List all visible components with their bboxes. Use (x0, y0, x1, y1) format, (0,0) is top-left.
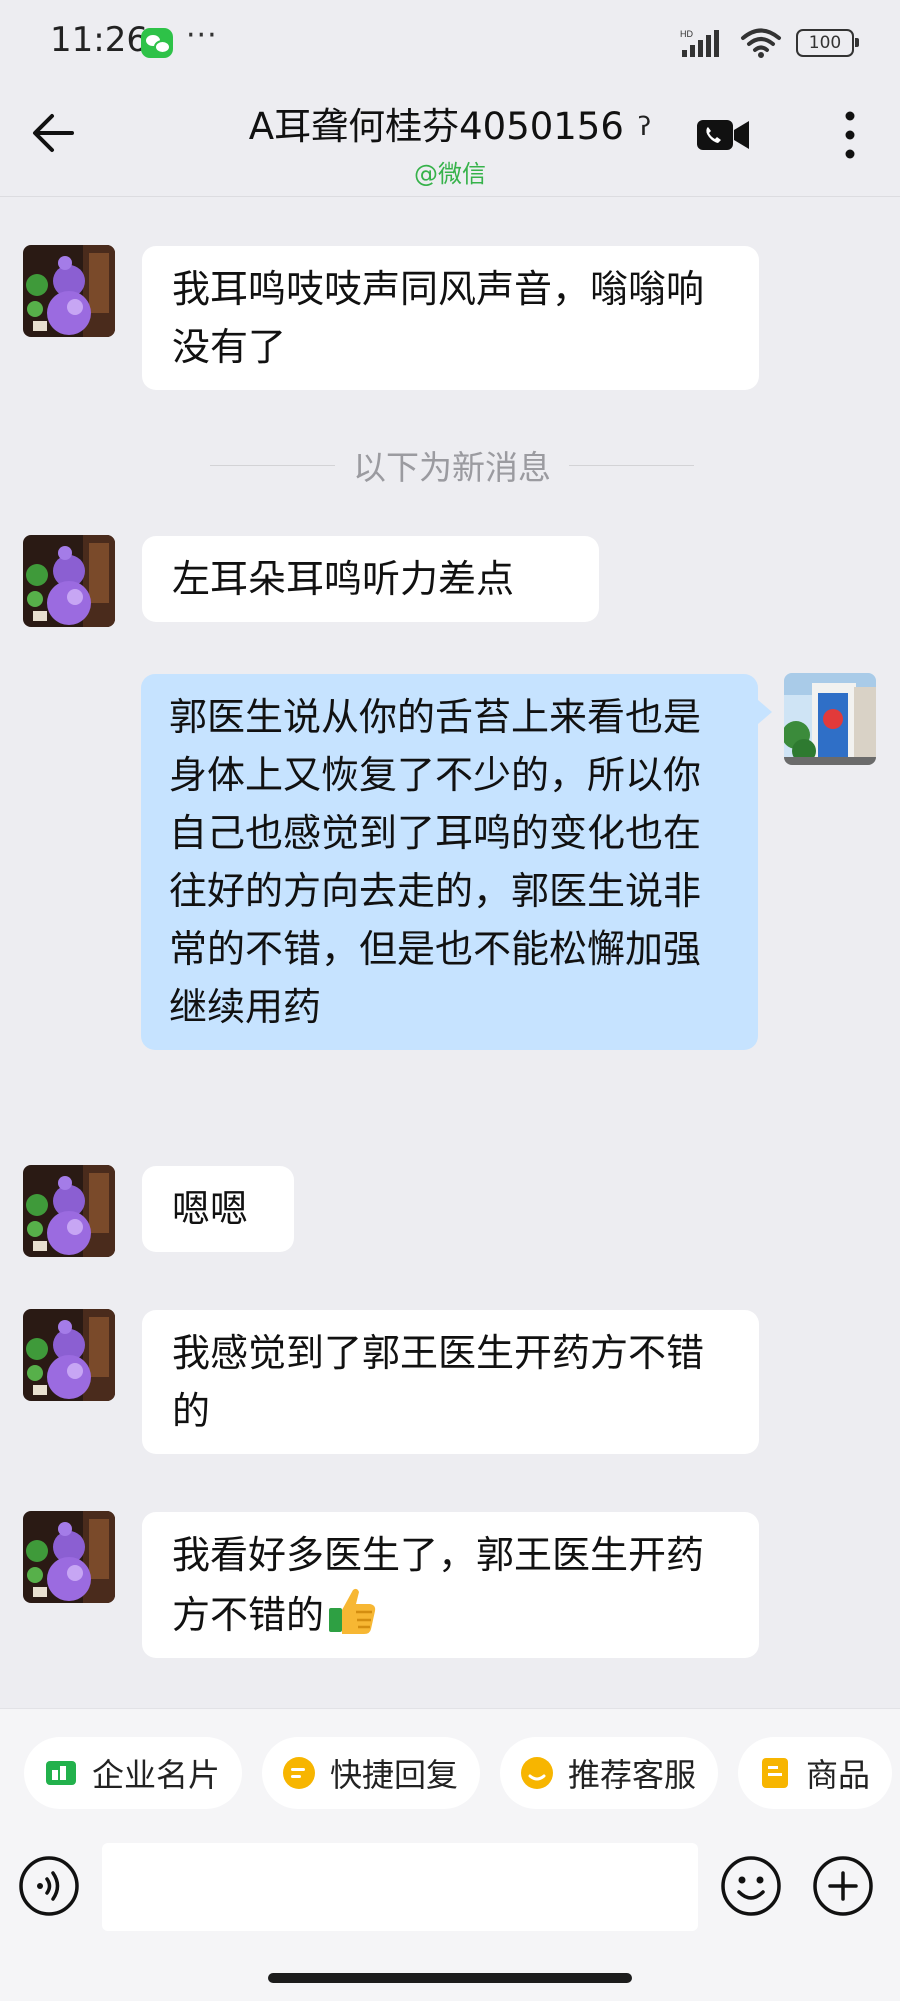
plus-icon[interactable] (812, 1855, 874, 1917)
contact-avatar[interactable] (23, 535, 115, 627)
voice-input-icon[interactable] (18, 1855, 80, 1917)
quick-actions-row: 企业名片 快捷回复 推荐客服 商品 (24, 1737, 900, 1811)
message-bubble[interactable]: 我耳鸣吱吱声同风声音，嗡嗡响没有了 (142, 246, 759, 390)
chat-title-area[interactable]: A耳聋何桂芬4050156 ʔ @微信 (0, 96, 900, 189)
status-time: 11:26 (50, 20, 148, 60)
wechat-notification-icon (141, 28, 173, 58)
input-row (0, 1839, 900, 1931)
more-notifications-icon: ··· (186, 18, 218, 53)
wifi-icon (741, 28, 781, 58)
svg-text:HD: HD (680, 29, 693, 39)
thumbs-up-emoji (329, 1588, 376, 1634)
contact-avatar[interactable] (23, 245, 115, 337)
quick-reply-icon (283, 1757, 316, 1789)
message-input[interactable] (102, 1843, 698, 1931)
quick-action-products[interactable]: 商品 (738, 1737, 893, 1809)
contact-avatar[interactable] (23, 1309, 115, 1401)
quick-action-label: 企业名片 (92, 1756, 221, 1794)
quick-action-label: 推荐客服 (568, 1756, 697, 1794)
contact-avatar[interactable] (23, 1165, 115, 1257)
question-icon[interactable]: ʔ (638, 112, 651, 142)
message-bubble-self[interactable]: 郭医生说从你的舌苔上来看也是身体上又恢复了不少的，所以你自己也感觉到了耳鸣的变化… (141, 674, 772, 1050)
signal-icon: HD (680, 29, 719, 57)
bottom-bar: 企业名片 快捷回复 推荐客服 商品 (0, 1708, 900, 2001)
new-messages-divider: 以下为新消息 (210, 440, 694, 490)
product-icon (762, 1758, 789, 1788)
quick-action-label: 商品 (806, 1756, 871, 1794)
video-call-icon[interactable] (696, 116, 750, 154)
chat-header: A耳聋何桂芬4050156 ʔ @微信 (0, 86, 900, 197)
customer-service-icon (521, 1757, 554, 1789)
quick-action-business-card[interactable]: 企业名片 (24, 1737, 243, 1809)
home-indicator[interactable] (268, 1973, 632, 1983)
emoji-icon[interactable] (720, 1855, 782, 1917)
contact-avatar[interactable] (23, 1511, 115, 1603)
business-card-icon (46, 1761, 76, 1785)
battery-icon: 100 (796, 29, 859, 57)
new-messages-label: 以下为新消息 (353, 448, 551, 487)
message-bubble[interactable]: 我感觉到了郭王医生开药方不错的 (142, 1310, 759, 1454)
chat-title: A耳聋何桂芬4050156 (248, 105, 624, 148)
quick-action-label: 快捷回复 (330, 1756, 459, 1794)
status-bar: 11:26 ··· HD 100 (0, 0, 900, 86)
chat-subtitle: @微信 (414, 160, 486, 188)
message-bubble[interactable]: 嗯嗯 (142, 1166, 294, 1252)
self-avatar[interactable] (784, 673, 876, 765)
quick-action-quick-reply[interactable]: 快捷回复 (262, 1737, 481, 1809)
more-vertical-icon[interactable] (830, 108, 870, 162)
quick-action-recommend-service[interactable]: 推荐客服 (500, 1737, 719, 1809)
message-bubble[interactable]: 左耳朵耳鸣听力差点 (142, 536, 599, 622)
message-text: 我看好多医生了，郭王医生开药方不错的 (172, 1533, 705, 1637)
message-bubble[interactable]: 我看好多医生了，郭王医生开药方不错的 (142, 1512, 759, 1658)
